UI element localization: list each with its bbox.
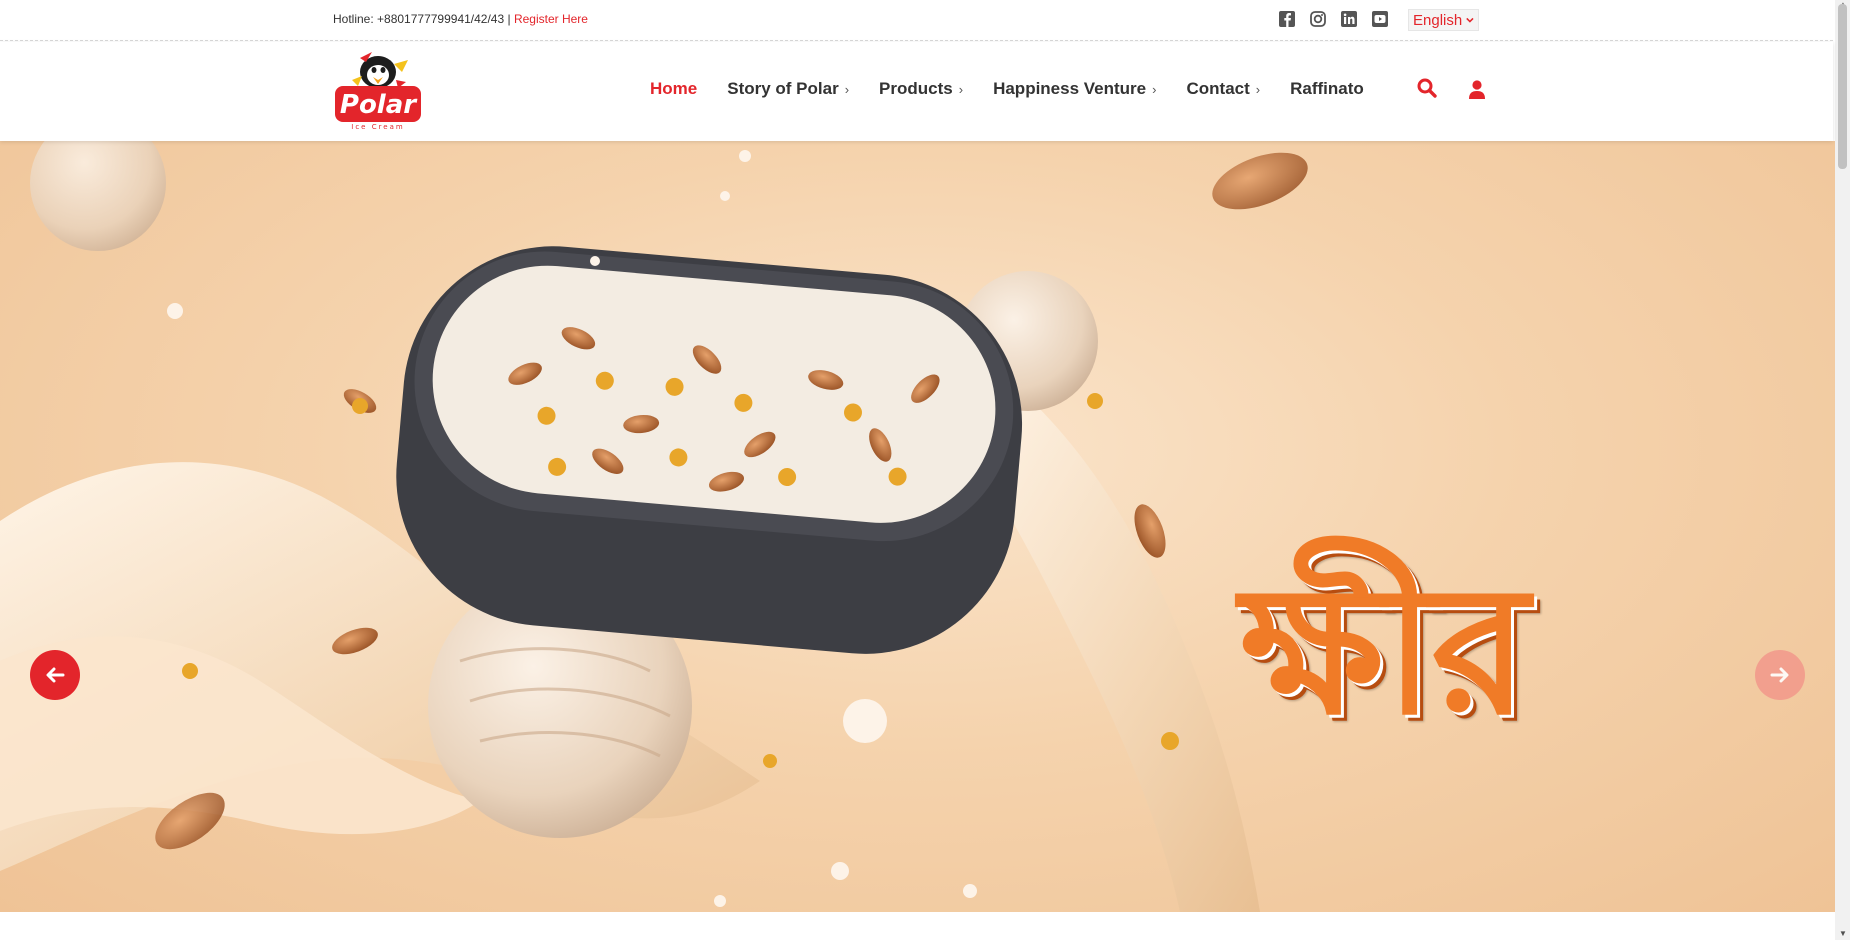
nav-label: Contact [1186, 79, 1250, 98]
chevron-right-icon: › [958, 81, 964, 97]
polar-logo[interactable]: Polar Ice Cream [332, 50, 424, 132]
nav-item-story-of-polar[interactable]: Story of Polar › [727, 79, 849, 99]
nav-label: Products [879, 79, 953, 98]
facebook-icon[interactable] [1278, 10, 1296, 28]
chevron-right-icon: › [1255, 81, 1261, 97]
instagram-icon[interactable] [1309, 10, 1327, 28]
hero-image [0, 141, 1308, 912]
nav-item-happiness-venture[interactable]: Happiness Venture › [993, 79, 1156, 99]
nav-item-raffinato[interactable]: Raffinato [1290, 79, 1364, 99]
chevron-right-icon: › [1152, 81, 1157, 97]
menu: Home Story of Polar › Products › Happine… [650, 79, 1394, 99]
nav-label: Home [650, 79, 698, 98]
page-scrollbar[interactable]: ▲ ▼ [1835, 0, 1850, 940]
social-links [1278, 10, 1389, 28]
logo-tagline: Ice Cream [351, 123, 404, 131]
arrow-right-icon [1770, 667, 1789, 683]
search-icon[interactable] [1416, 77, 1438, 99]
register-link[interactable]: Register Here [514, 12, 588, 26]
nav-item-products[interactable]: Products › [879, 79, 963, 99]
arrow-left-icon [46, 667, 65, 683]
scroll-down-icon[interactable]: ▼ [1839, 929, 1847, 938]
main-navigation: Polar Ice Cream Home Story of Polar › Pr… [0, 42, 1833, 141]
chevron-down-icon [1466, 17, 1474, 23]
scrollbar-thumb[interactable] [1838, 4, 1847, 169]
nav-item-home[interactable]: Home [650, 79, 697, 99]
language-value: English [1413, 11, 1463, 29]
hero-title: ক্ষীর [1240, 545, 1529, 754]
youtube-icon[interactable] [1371, 10, 1389, 28]
language-select[interactable]: English [1408, 9, 1479, 31]
chevron-right-icon: › [844, 81, 850, 97]
nav-label: Happiness Venture [993, 79, 1147, 98]
nav-label: Raffinato [1290, 79, 1364, 98]
user-icon[interactable] [1467, 79, 1487, 101]
linkedin-icon[interactable] [1340, 10, 1358, 28]
hero-slider: ক্ষীর [0, 141, 1835, 912]
hotline-text: Hotline: +8801777799941/42/43 | [333, 12, 511, 26]
top-bar: Hotline: +8801777799941/42/43 | Register… [0, 0, 1833, 41]
slider-prev-button[interactable] [30, 650, 80, 700]
nav-item-contact[interactable]: Contact › [1186, 79, 1260, 99]
slider-next-button[interactable] [1755, 650, 1805, 700]
logo-text: Polar [340, 90, 418, 120]
nav-label: Story of Polar [727, 79, 839, 98]
hotline: Hotline: +8801777799941/42/43 | Register… [333, 12, 588, 26]
